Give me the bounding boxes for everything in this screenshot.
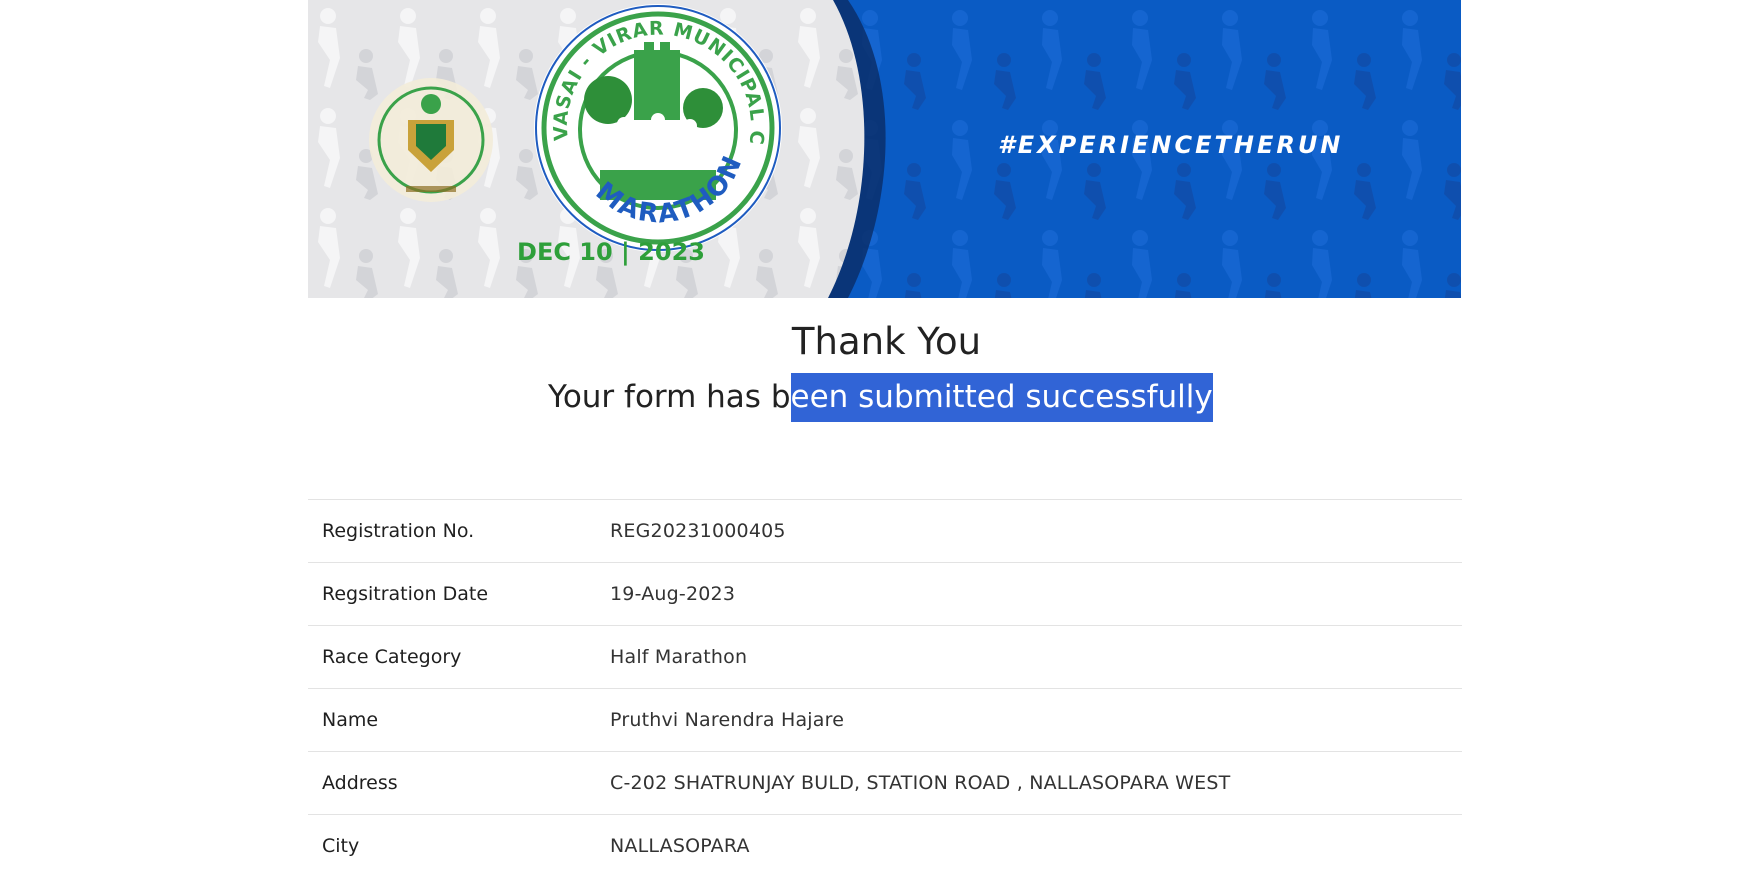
event-banner: VASAI - VIRAR MUNICIPAL CORPORATION MARA… [308, 0, 1461, 298]
table-row: City NALLASOPARA [308, 814, 1462, 870]
table-row: Registration No. REG20231000405 [308, 499, 1462, 563]
banner-hashtag: #EXPERIENCETHERUN [998, 131, 1344, 159]
success-message-selected-text: een submitted successfully [790, 373, 1213, 422]
success-message-text: Your form has b [548, 379, 791, 415]
success-message: Your form has been submitted successfull… [548, 373, 1213, 422]
row-value: C-202 SHATRUNJAY BULD, STATION ROAD , NA… [610, 772, 1231, 794]
row-label: Race Category [322, 646, 462, 668]
row-label: City [322, 835, 360, 858]
table-row: Race Category Half Marathon [308, 625, 1462, 689]
row-label: Name [322, 709, 379, 731]
table-row: Regsitration Date 19-Aug-2023 [308, 562, 1462, 626]
event-date: DEC 10 | 2023 [517, 238, 705, 266]
row-label: Registration No. [322, 520, 475, 542]
row-value: NALLASOPARA [610, 835, 750, 858]
row-label: Address [322, 772, 398, 794]
municipal-seal-icon [369, 78, 493, 202]
row-value: REG20231000405 [610, 520, 786, 542]
row-value: Pruthvi Narendra Hajare [610, 709, 845, 731]
row-value: 19-Aug-2023 [610, 583, 736, 605]
thank-you-heading: Thank You [791, 320, 982, 363]
table-row: Address C-202 SHATRUNJAY BULD, STATION R… [308, 751, 1462, 815]
row-label: Regsitration Date [322, 583, 489, 605]
table-row: Name Pruthvi Narendra Hajare [308, 688, 1462, 752]
row-value: Half Marathon [610, 646, 748, 668]
registration-details-table: Registration No. REG20231000405 Regsitra… [308, 499, 1462, 870]
confirmation-page: VASAI - VIRAR MUNICIPAL CORPORATION MARA… [0, 0, 1753, 870]
